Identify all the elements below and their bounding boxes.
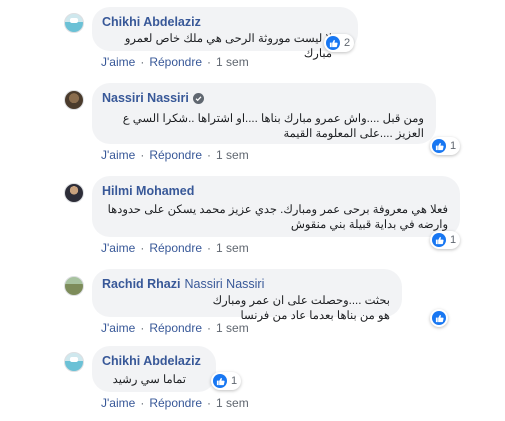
comment-timestamp[interactable]: 1 sem xyxy=(216,241,249,255)
avatar[interactable] xyxy=(64,13,84,33)
thumbs-up-icon xyxy=(432,311,446,325)
thumbs-up-icon xyxy=(213,374,227,388)
reaction-count[interactable] xyxy=(430,309,448,327)
avatar[interactable] xyxy=(64,90,84,110)
reply-link[interactable]: Répondre xyxy=(149,55,202,69)
reaction-number: 1 xyxy=(231,375,238,387)
like-link[interactable]: J'aime xyxy=(101,148,135,162)
reaction-count[interactable]: 2 xyxy=(324,34,355,52)
reply-link[interactable]: Répondre xyxy=(149,241,202,255)
verified-badge-icon xyxy=(192,92,204,104)
comment-text: ومن قبل ....واش عمرو مبارك بناها ....او … xyxy=(122,113,424,140)
like-link[interactable]: J'aime xyxy=(101,55,135,69)
thumbs-up-icon xyxy=(326,36,340,50)
like-link[interactable]: J'aime xyxy=(101,321,135,335)
mention-link[interactable]: Nassiri Nassiri xyxy=(185,276,265,292)
comment-author[interactable]: Nassiri Nassiri xyxy=(102,90,189,106)
comment-timestamp[interactable]: 1 sem xyxy=(216,396,249,410)
avatar[interactable] xyxy=(64,352,84,372)
reply-link[interactable]: Répondre xyxy=(149,321,202,335)
comment-author[interactable]: Chikhi Abdelaziz xyxy=(102,14,201,30)
like-link[interactable]: J'aime xyxy=(101,396,135,410)
comment-author[interactable]: Chikhi Abdelaziz xyxy=(102,353,201,369)
like-link[interactable]: J'aime xyxy=(101,241,135,255)
comment-actions: J'aime · Répondre · 1 sem xyxy=(101,321,249,335)
reaction-count[interactable]: 1 xyxy=(430,231,461,249)
comment-actions: J'aime · Répondre · 1 sem xyxy=(101,55,249,69)
comment-actions: J'aime · Répondre · 1 sem xyxy=(101,148,249,162)
comment-actions: J'aime · Répondre · 1 sem xyxy=(101,396,249,410)
reaction-number: 1 xyxy=(450,140,457,152)
comment-author[interactable]: Hilmi Mohamed xyxy=(102,183,194,199)
reply-link[interactable]: Répondre xyxy=(149,396,202,410)
comment-text: فعلا هي معروفة برحى عمر ومبارك. جدي عزيز… xyxy=(107,204,448,231)
comment-bubble: Chikhi Abdelaziz لا ليست موروثة الرحى هي… xyxy=(92,7,358,60)
avatar[interactable] xyxy=(64,276,84,296)
comment-bubble: Nassiri Nassiri ومن قبل ....واش عمرو مبا… xyxy=(92,83,436,144)
comment-timestamp[interactable]: 1 sem xyxy=(216,55,249,69)
reply-link[interactable]: Répondre xyxy=(149,148,202,162)
reaction-number: 2 xyxy=(344,37,351,49)
comment-actions: J'aime · Répondre · 1 sem xyxy=(101,241,249,255)
reaction-number: 1 xyxy=(450,234,457,246)
comment-timestamp[interactable]: 1 sem xyxy=(216,148,249,162)
reaction-count[interactable]: 1 xyxy=(211,372,242,390)
reaction-count[interactable]: 1 xyxy=(430,137,461,155)
comment-bubble: Rachid Rhazi Nassiri Nassiri بحثت ....وح… xyxy=(92,269,402,322)
thumbs-up-icon xyxy=(432,139,446,153)
comment-text: تماما سي رشيد xyxy=(112,374,186,386)
comment-bubble: Hilmi Mohamed فعلا هي معروفة برحى عمر وم… xyxy=(92,176,460,237)
thumbs-up-icon xyxy=(432,233,446,247)
comment-timestamp[interactable]: 1 sem xyxy=(216,321,249,335)
avatar[interactable] xyxy=(64,183,84,203)
comment-author[interactable]: Rachid Rhazi xyxy=(102,276,181,292)
comment-text: بحثت ....وحصلت على ان عمر ومبارك هو من ب… xyxy=(212,295,390,322)
comment-bubble: Chikhi Abdelaziz تماما سي رشيد xyxy=(92,346,216,392)
